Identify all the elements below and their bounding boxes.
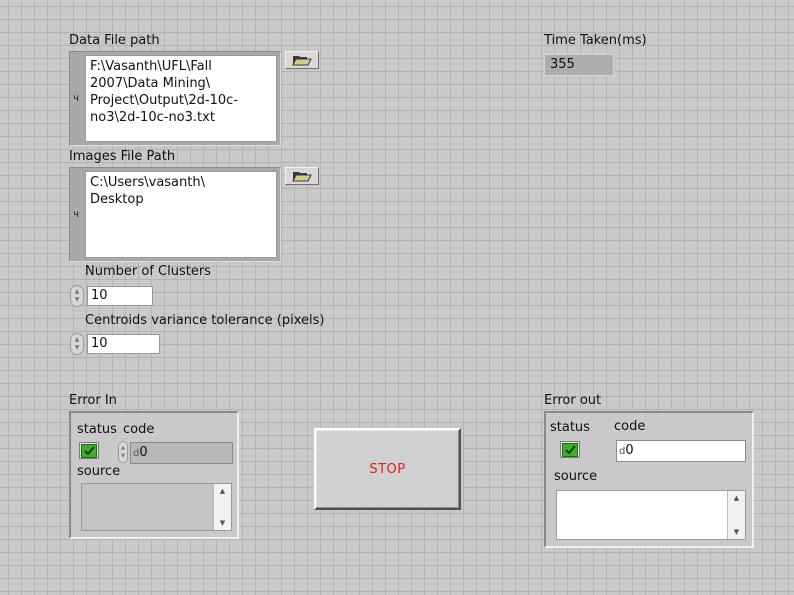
data-file-path-input[interactable]: F:\Vasanth\UFL\Fall 2007\Data Mining\ Pr… xyxy=(85,55,277,142)
error-in-source-label: source xyxy=(77,464,121,479)
error-out-source-field: ▲ ▼ xyxy=(556,490,746,540)
error-out-source-scrollbar[interactable]: ▲ ▼ xyxy=(727,491,745,539)
images-file-path-control: ч C:\Users\vasanth\ Desktop xyxy=(69,167,281,262)
decrement-icon[interactable]: ▼ xyxy=(75,296,80,304)
error-in-code-label: code xyxy=(123,422,155,437)
images-file-path-input[interactable]: C:\Users\vasanth\ Desktop xyxy=(85,171,277,258)
error-in-source-field[interactable]: ▲ ▼ xyxy=(81,483,232,531)
decrement-icon[interactable]: ▼ xyxy=(121,452,125,460)
scroll-up-icon[interactable]: ▲ xyxy=(728,494,745,502)
decrement-icon[interactable]: ▼ xyxy=(75,344,80,352)
images-file-browse-button[interactable] xyxy=(285,167,319,185)
images-file-path-label: Images File Path xyxy=(69,149,176,164)
time-taken-label: Time Taken(ms) xyxy=(544,33,647,48)
data-file-browse-button[interactable] xyxy=(285,51,319,69)
stop-button[interactable]: STOP xyxy=(314,428,461,510)
error-in-code-value: 0 xyxy=(139,445,148,460)
stop-button-label: STOP xyxy=(369,461,406,477)
error-out-status-indicator xyxy=(560,441,580,458)
error-out-label: Error out xyxy=(544,393,602,408)
error-out-code-label: code xyxy=(614,419,646,434)
error-out-status-label: status xyxy=(550,420,590,435)
error-in-status-label: status xyxy=(77,422,117,437)
error-in-label: Error In xyxy=(69,393,117,408)
folder-open-icon xyxy=(292,172,312,182)
error-out-source-label: source xyxy=(554,469,598,484)
centroids-tolerance-spinner[interactable]: ▲ ▼ xyxy=(70,333,84,355)
path-type-icon: ч xyxy=(73,209,80,220)
number-of-clusters-label: Number of Clusters xyxy=(85,264,211,279)
path-type-icon: ч xyxy=(73,93,80,104)
error-out-code-value: 0 xyxy=(625,443,634,458)
centroids-tolerance-label: Centroids variance tolerance (pixels) xyxy=(85,313,325,328)
folder-open-icon xyxy=(292,56,312,66)
error-in-status-checkbox[interactable] xyxy=(79,442,99,459)
error-in-source-scrollbar[interactable]: ▲ ▼ xyxy=(213,484,231,530)
centroids-tolerance-input[interactable]: 10 xyxy=(87,334,160,354)
scroll-up-icon[interactable]: ▲ xyxy=(214,487,231,495)
error-in-code-field[interactable]: d0 xyxy=(130,442,233,464)
increment-icon[interactable]: ▲ xyxy=(75,288,80,296)
scroll-down-icon[interactable]: ▼ xyxy=(728,528,745,536)
data-file-path-control: ч F:\Vasanth\UFL\Fall 2007\Data Mining\ … xyxy=(69,51,281,146)
checkmark-icon xyxy=(81,443,97,458)
error-in-code-spinner[interactable]: ▲ ▼ xyxy=(118,441,128,463)
number-of-clusters-input[interactable]: 10 xyxy=(87,286,153,306)
scroll-down-icon[interactable]: ▼ xyxy=(214,519,231,527)
error-in-cluster: status code ▲ ▼ d0 source ▲ ▼ xyxy=(69,411,239,539)
checkmark-icon xyxy=(562,442,578,457)
data-file-path-label: Data File path xyxy=(69,33,160,48)
time-taken-indicator: 355 xyxy=(544,54,614,76)
increment-icon[interactable]: ▲ xyxy=(75,336,80,344)
error-out-cluster: status code d0 source ▲ ▼ xyxy=(544,411,754,548)
increment-icon[interactable]: ▲ xyxy=(121,444,125,452)
error-out-code-field: d0 xyxy=(616,440,746,462)
number-of-clusters-spinner[interactable]: ▲ ▼ xyxy=(70,285,84,307)
